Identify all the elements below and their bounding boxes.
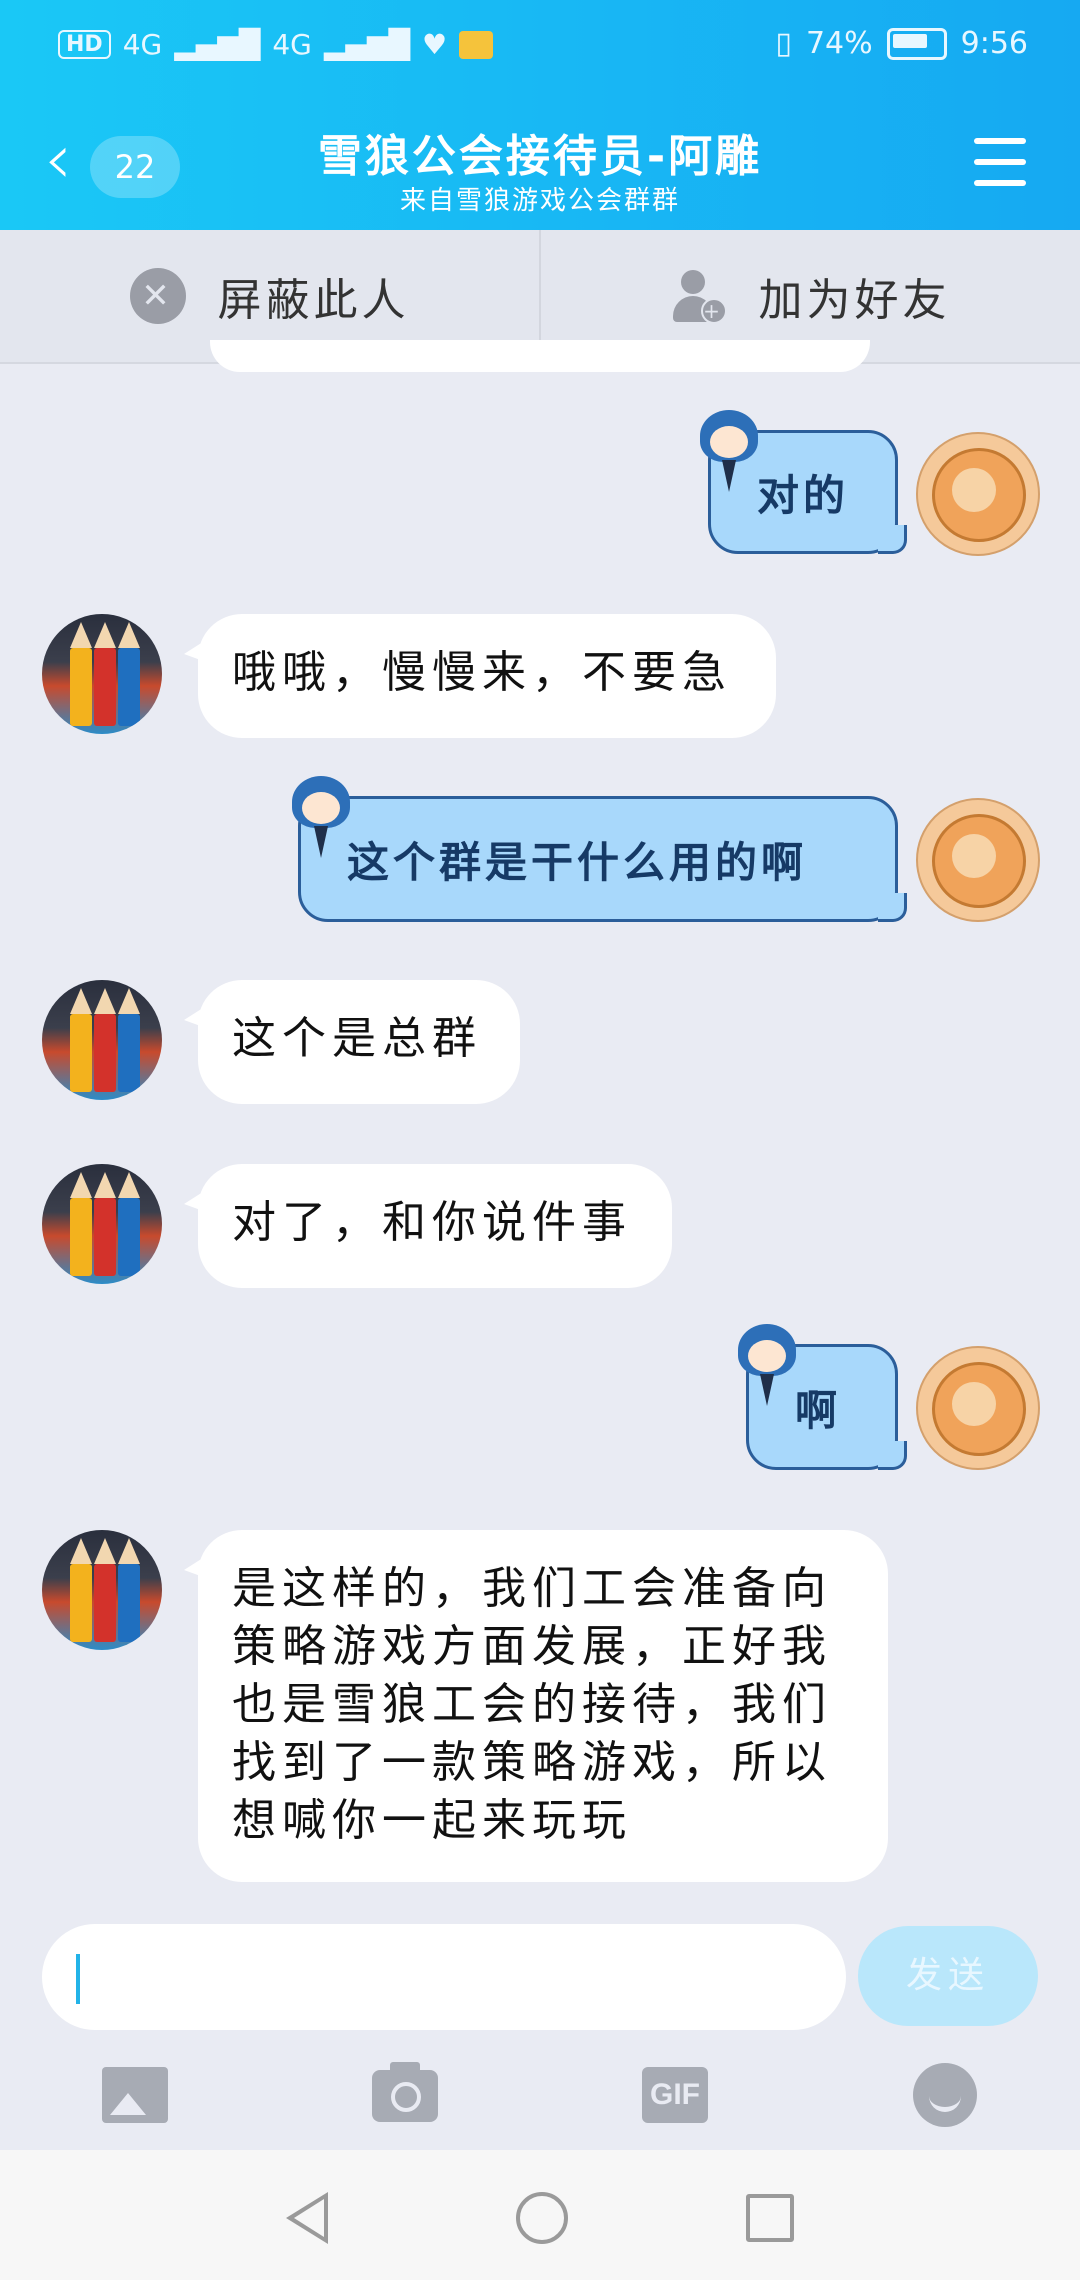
gif-button[interactable]: GIF <box>635 2060 715 2130</box>
outgoing-message-bubble[interactable]: 这个群是干什么用的啊 <box>298 796 907 922</box>
incoming-message-bubble[interactable]: 是这样的，我们工会准备向策略游戏方面发展，正好我也是雪狼工会的接待，我们找到了一… <box>184 1530 888 1882</box>
mail-icon <box>459 30 494 59</box>
emoji-icon <box>913 2063 977 2127</box>
chat-header: ‹ 22 雪狼公会接待员-阿雕 来自雪狼游戏公会群群 <box>0 92 1080 230</box>
text-caret <box>76 1954 80 2004</box>
camera-icon <box>372 2062 438 2122</box>
incoming-message-bubble[interactable]: 对了，和你说件事 <box>184 1164 672 1288</box>
my-avatar[interactable] <box>916 1346 1040 1470</box>
vibrate-icon: ▯ <box>775 26 792 61</box>
my-avatar[interactable] <box>916 432 1040 556</box>
back-icon[interactable] <box>286 2192 328 2244</box>
send-button[interactable]: 发送 <box>858 1926 1038 2026</box>
image-button[interactable] <box>95 2060 175 2130</box>
chat-subtitle: 来自雪狼游戏公会群群 <box>399 186 680 216</box>
message-input[interactable] <box>42 1924 846 2030</box>
bubble-mascot-icon <box>738 1324 796 1410</box>
status-bar: HD 4G ▂▄▆█ 4G ▂▄▆█ ♥ ▯ 74% 9:56 <box>0 0 1080 92</box>
add-friend-label: 加为好友 <box>758 275 951 326</box>
gif-icon: GIF <box>642 2067 708 2123</box>
message-text: 对了，和你说件事 <box>232 1197 632 1248</box>
add-friend-icon: + <box>671 268 727 324</box>
signal-bars-icon-2: ▂▄▆█ <box>323 28 410 61</box>
chat-title: 雪狼公会接待员-阿雕 <box>317 131 763 182</box>
message-text: 是这样的，我们工会准备向策略游戏方面发展，正好我也是雪狼工会的接待，我们找到了一… <box>232 1563 832 1846</box>
bubble-mascot-icon <box>700 410 758 496</box>
incoming-message-bubble[interactable]: 这个是总群 <box>184 980 520 1104</box>
my-avatar[interactable] <box>916 798 1040 922</box>
partial-message-bubble <box>210 340 870 372</box>
signal-bars-icon: ▂▄▆█ <box>174 28 261 61</box>
sender-avatar[interactable] <box>42 614 162 734</box>
message-text: 啊 <box>795 1385 842 1435</box>
battery-icon <box>886 27 947 60</box>
message-text: 这个是总群 <box>232 1013 482 1064</box>
incoming-message-bubble[interactable]: 哦哦，慢慢来，不要急 <box>184 614 776 738</box>
sender-avatar[interactable] <box>42 1530 162 1650</box>
recent-apps-icon[interactable] <box>746 2194 794 2242</box>
message-text: 对的 <box>757 470 850 520</box>
block-user-label: 屏蔽此人 <box>217 275 410 326</box>
message-text: 这个群是干什么用的啊 <box>347 837 808 887</box>
hd-indicator: HD <box>58 30 111 59</box>
image-icon <box>102 2067 168 2123</box>
clock: 9:56 <box>960 26 1028 61</box>
sender-avatar[interactable] <box>42 980 162 1100</box>
message-composer: 发送 <box>0 1900 1080 2030</box>
system-navigation-bar <box>0 2150 1080 2280</box>
bubble-mascot-icon <box>292 776 350 862</box>
camera-button[interactable] <box>365 2060 445 2130</box>
sender-avatar[interactable] <box>42 1164 162 1284</box>
emoji-button[interactable] <box>905 2060 985 2130</box>
menu-icon[interactable] <box>974 138 1026 186</box>
block-face-icon: ✕ <box>129 268 186 324</box>
heart-icon: ♥ <box>422 28 448 61</box>
message-text: 哦哦，慢慢来，不要急 <box>232 647 732 698</box>
battery-text: 74% <box>805 26 873 61</box>
composer-toolbar: GIF <box>0 2040 1080 2150</box>
signal-4g-2: 4G <box>272 28 312 61</box>
home-icon[interactable] <box>516 2192 568 2244</box>
signal-4g-1: 4G <box>122 28 163 61</box>
